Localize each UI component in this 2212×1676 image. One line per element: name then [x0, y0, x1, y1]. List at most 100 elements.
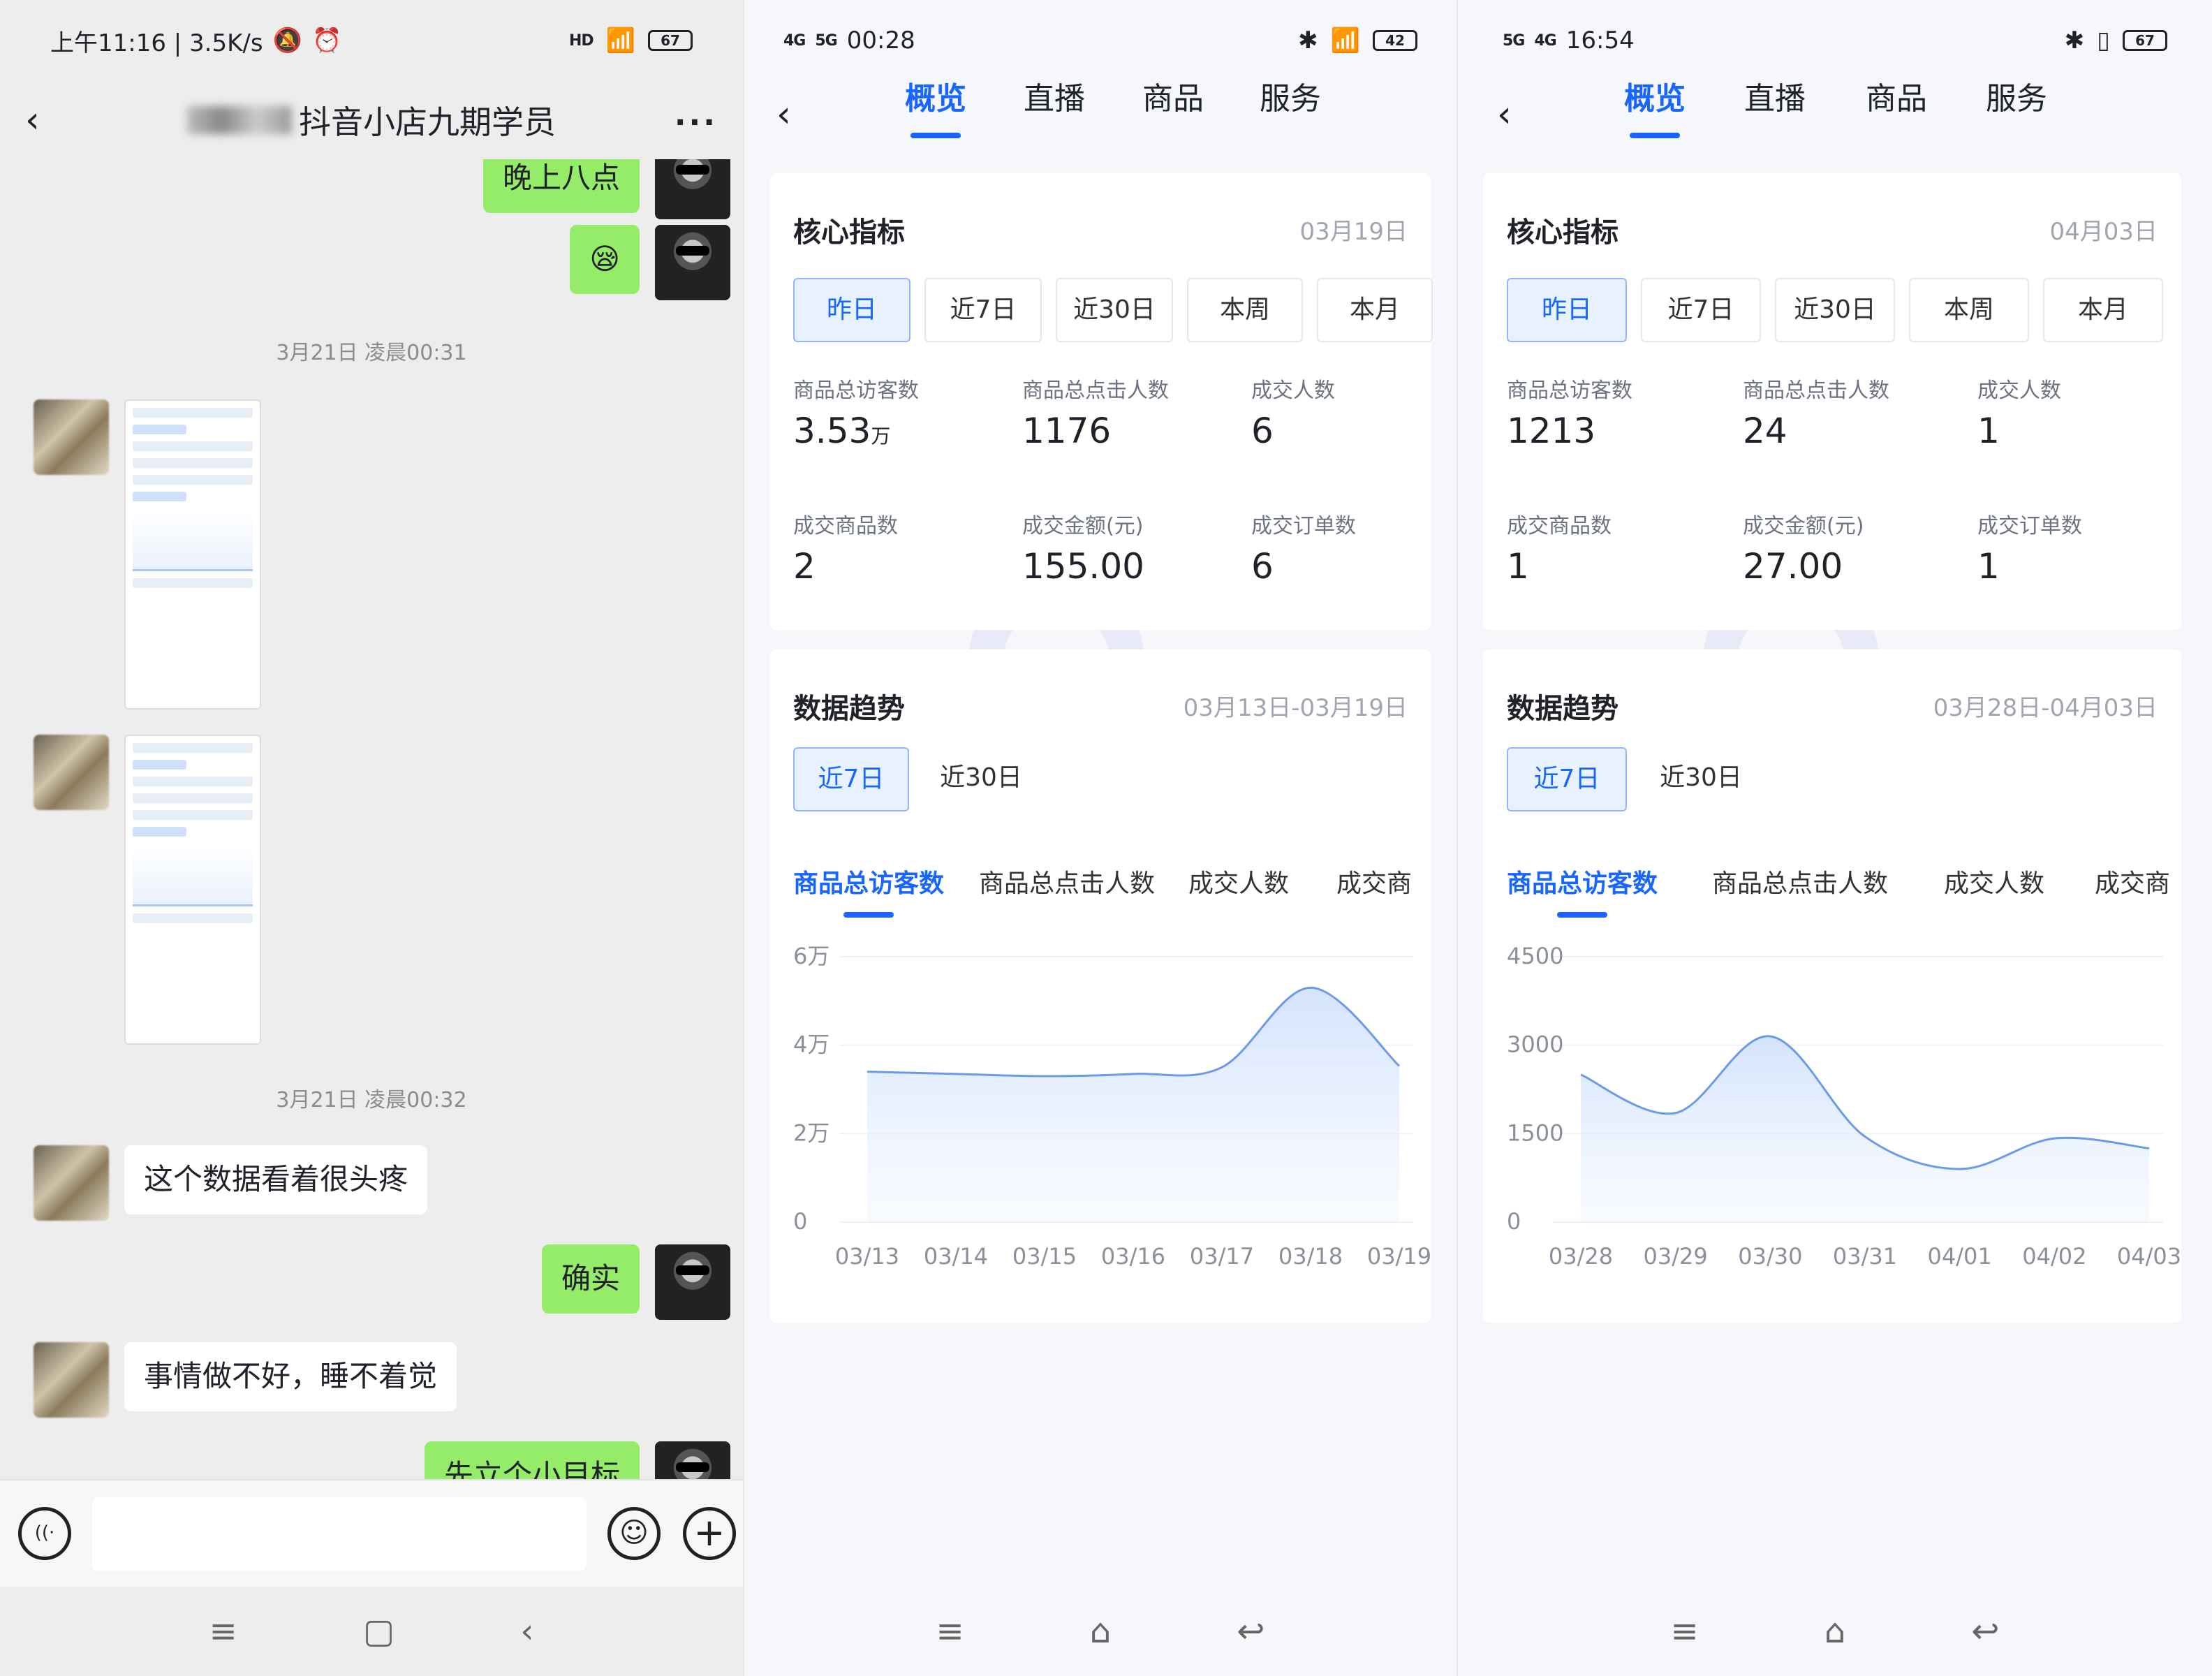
trend-period-30d[interactable]: 近30日 — [923, 747, 1039, 811]
tab-goods[interactable]: 商品 — [1142, 81, 1204, 165]
back-icon[interactable]: ‹ — [1497, 95, 1536, 134]
metric-value: 3.53万 — [793, 411, 891, 451]
message-bubble[interactable]: 事情做不好，睡不着觉 — [124, 1342, 457, 1411]
home-icon[interactable]: ⌂ — [1090, 1612, 1111, 1651]
metric-label: 成交金额(元) — [1743, 514, 1864, 538]
screenshot-thumbnail[interactable] — [124, 735, 261, 1045]
avatar[interactable] — [34, 1145, 109, 1221]
message-me[interactable]: 先立个小目标 — [424, 1441, 730, 1479]
metric-value: 24 — [1743, 411, 1787, 451]
tab-overview[interactable]: 概览 — [1624, 81, 1686, 165]
signal-icon: 4G — [1534, 31, 1556, 50]
more-icon[interactable]: ··· — [674, 105, 718, 140]
y-tick-label: 2万 — [793, 1119, 830, 1146]
period-week[interactable]: 本周 — [1909, 278, 2029, 342]
avatar[interactable] — [34, 399, 109, 475]
period-yesterday[interactable]: 昨日 — [793, 278, 910, 342]
message-bubble[interactable]: 这个数据看着很头疼 — [124, 1145, 428, 1214]
trend-period-30d[interactable]: 近30日 — [1641, 747, 1761, 811]
avatar[interactable] — [655, 159, 730, 219]
alarm-icon: ⏰ — [311, 27, 342, 54]
emoji-icon[interactable]: ☺ — [607, 1507, 661, 1560]
message-me[interactable]: 😪 — [570, 225, 730, 300]
avatar[interactable] — [655, 225, 730, 300]
y-tick-label: 4万 — [793, 1031, 830, 1058]
tab-overview[interactable]: 概览 — [905, 81, 966, 165]
tab-service[interactable]: 服务 — [1260, 81, 1321, 165]
timestamp: 3月21日 凌晨00:31 — [276, 341, 467, 365]
plus-icon[interactable]: + — [683, 1507, 736, 1560]
menu-icon[interactable]: ≡ — [209, 1612, 237, 1651]
home-icon[interactable]: ⌂ — [1824, 1612, 1845, 1651]
avatar[interactable] — [655, 1244, 730, 1320]
message-other[interactable] — [34, 735, 261, 1045]
message-other[interactable] — [34, 399, 261, 710]
chart-tab-clicks[interactable]: 商品总点击人数 — [1712, 863, 1888, 899]
message-other[interactable]: 这个数据看着很头疼 — [34, 1145, 428, 1221]
period-7d[interactable]: 近7日 — [1641, 278, 1761, 342]
chart-tab-goods[interactable]: 成交商 — [1336, 863, 1434, 899]
period-month[interactable]: 本月 — [1317, 278, 1433, 342]
trend-period-7d[interactable]: 近7日 — [793, 747, 909, 811]
message-bubble[interactable]: 先立个小目标 — [424, 1441, 640, 1479]
message-input[interactable] — [92, 1497, 587, 1571]
back-nav-icon[interactable]: ‹ — [520, 1612, 533, 1651]
period-yesterday[interactable]: 昨日 — [1507, 278, 1627, 342]
battery-icon: 42 — [1373, 30, 1417, 51]
emoji-bubble[interactable]: 😪 — [570, 225, 640, 294]
chart-tab-buyers[interactable]: 成交人数 — [1944, 863, 2044, 899]
chart-tab-clicks[interactable]: 商品总点击人数 — [979, 863, 1155, 899]
home-icon[interactable]: ▢ — [363, 1612, 395, 1651]
x-tick-label: 03/13 — [835, 1243, 899, 1270]
chart-tab-goods[interactable]: 成交商 — [2095, 863, 2172, 899]
metric-value: 6 — [1251, 411, 1274, 451]
period-7d[interactable]: 近7日 — [924, 278, 1042, 342]
metric-value: 1 — [1507, 546, 1529, 587]
period-30d[interactable]: 近30日 — [1056, 278, 1173, 342]
tab-goods[interactable]: 商品 — [1866, 81, 1927, 165]
x-tick-label: 03/31 — [1833, 1243, 1897, 1270]
message-me[interactable]: 确实 — [541, 1244, 730, 1320]
x-tick-label: 03/16 — [1101, 1243, 1165, 1270]
period-week[interactable]: 本周 — [1187, 278, 1303, 342]
avatar[interactable] — [34, 735, 109, 810]
card-title: 核心指标 — [1507, 216, 1619, 249]
trend-card: 数据趋势 03月28日-04月03日 近7日 近30日 商品总访客数 商品总点击… — [1483, 649, 2181, 1323]
signal-icon: 5G — [815, 31, 837, 50]
message-other[interactable]: 事情做不好，睡不着觉 — [34, 1342, 457, 1418]
trend-chart: 0 1500 3000 4500 03/28 03/29 03/30 03/31 04/01 04… — [1507, 943, 2181, 1270]
y-tick-label: 0 — [793, 1208, 807, 1235]
back-icon[interactable]: ‹ — [25, 101, 64, 140]
x-tick-label: 04/03 — [2117, 1243, 2181, 1270]
metric-value: 1 — [1977, 411, 2000, 451]
tab-live[interactable]: 直播 — [1024, 81, 1085, 165]
signal-icon: 5G — [1503, 31, 1525, 50]
avatar[interactable] — [655, 1441, 730, 1479]
tab-service[interactable]: 服务 — [1986, 81, 2047, 165]
period-month[interactable]: 本月 — [2043, 278, 2163, 342]
tab-live[interactable]: 直播 — [1744, 81, 1806, 165]
card-date: 03月13日-03月19日 — [1183, 694, 1408, 722]
back-nav-icon[interactable]: ↩ — [1237, 1612, 1264, 1651]
metric-label: 成交订单数 — [1251, 514, 1356, 538]
avatar[interactable] — [34, 1342, 109, 1418]
metric-label: 成交人数 — [1977, 378, 2061, 403]
menu-icon[interactable]: ≡ — [936, 1612, 964, 1651]
message-me[interactable]: 晚上八点 — [482, 159, 730, 219]
back-nav-icon[interactable]: ↩ — [1971, 1612, 1999, 1651]
message-bubble[interactable]: 晚上八点 — [482, 159, 640, 213]
chat-messages[interactable]: 晚上八点 😪 3月21日 凌晨00:31 3月21日 凌晨00:32 这个数据看… — [0, 159, 743, 1479]
back-icon[interactable]: ‹ — [776, 95, 816, 134]
chart-tab-buyers[interactable]: 成交人数 — [1188, 863, 1289, 899]
message-bubble[interactable]: 确实 — [541, 1244, 640, 1314]
period-30d[interactable]: 近30日 — [1775, 278, 1895, 342]
chart-tab-visitors[interactable]: 商品总访客数 — [793, 863, 944, 918]
voice-icon[interactable]: ((· — [18, 1507, 71, 1560]
tab-bar: ‹ 概览 直播 商品 服务 — [1458, 81, 2212, 165]
chat-header: ‹ 抖音小店九期学员 ··· — [0, 81, 743, 159]
mute-icon: 🔕 — [272, 27, 302, 54]
menu-icon[interactable]: ≡ — [1671, 1612, 1699, 1651]
screenshot-thumbnail[interactable] — [124, 399, 261, 710]
chart-tab-visitors[interactable]: 商品总访客数 — [1507, 863, 1658, 918]
trend-period-7d[interactable]: 近7日 — [1507, 747, 1627, 811]
